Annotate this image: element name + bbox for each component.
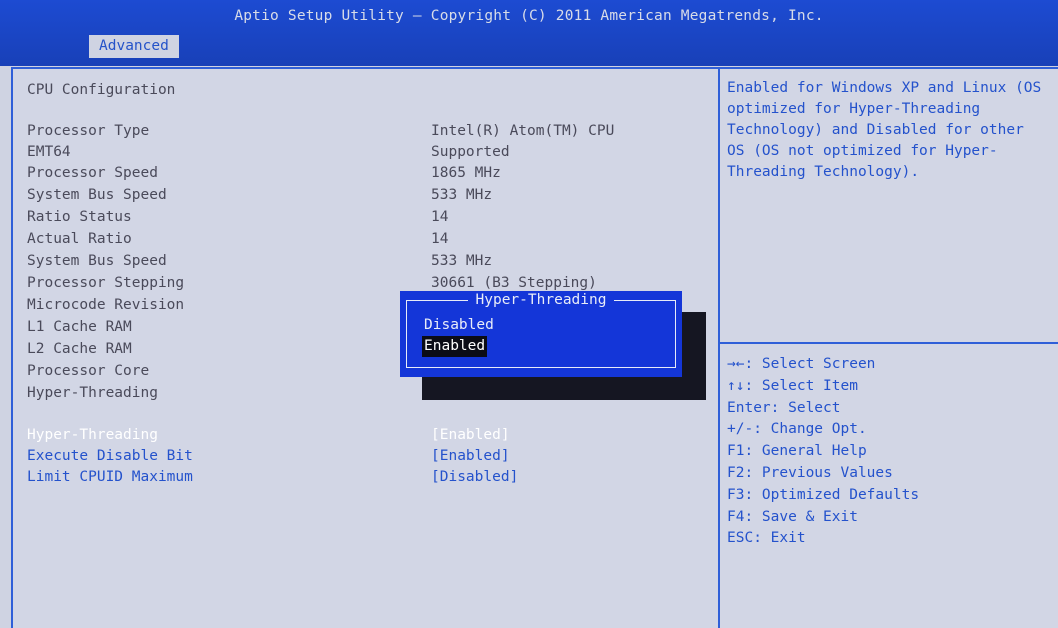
info-value-processor-speed: 1865 MHz — [431, 165, 501, 181]
key-f1: F1: General Help — [727, 443, 867, 460]
help-text: Enabled for Windows XP and Linux (OS opt… — [727, 80, 1042, 180]
info-label-ratio-status: Ratio Status — [27, 209, 132, 225]
popup-title: Hyper-Threading — [400, 292, 682, 308]
header-bar: Aptio Setup Utility – Copyright (C) 2011… — [0, 0, 1058, 66]
app-title: Aptio Setup Utility – Copyright (C) 2011… — [234, 8, 824, 24]
option-execute-disable-bit-value[interactable]: [Enabled] — [431, 446, 510, 467]
info-value-system-bus-speed-2: 533 MHz — [431, 253, 493, 269]
info-label-actual-ratio: Actual Ratio — [27, 231, 132, 247]
info-label-l1-cache: L1 Cache RAM — [27, 319, 132, 335]
info-value-ratio-status: 14 — [431, 209, 449, 225]
info-value-processor-type: Intel(R) Atom(TM) CPU — [431, 123, 615, 139]
info-label-processor-stepping: Processor Stepping — [27, 275, 185, 291]
info-label-system-bus-speed-2: System Bus Speed — [27, 253, 167, 269]
key-esc: ESC: Exit — [727, 530, 806, 547]
key-select-item: ↑↓: Select Item — [727, 377, 858, 394]
info-value-system-bus-speed: 533 MHz — [431, 187, 493, 203]
section-heading: CPU Configuration — [27, 82, 176, 98]
popup-title-text: Hyper-Threading — [467, 292, 615, 308]
info-label-microcode-revision: Microcode Revision — [27, 297, 185, 313]
key-f2: F2: Previous Values — [727, 464, 893, 481]
option-limit-cpuid-maximum[interactable]: Limit CPUID Maximum — [27, 467, 193, 488]
key-f3: F3: Optimized Defaults — [727, 486, 920, 503]
popup-option-disabled[interactable]: Disabled — [422, 315, 496, 336]
vertical-divider — [718, 67, 720, 628]
info-label-emt64: EMT64 — [27, 144, 71, 160]
option-hyper-threading-value[interactable]: [Enabled] — [431, 425, 510, 446]
key-select-screen: →←: Select Screen — [727, 356, 876, 372]
popup-option-enabled[interactable]: Enabled — [422, 336, 488, 357]
info-label-processor-type: Processor Type — [27, 123, 150, 139]
option-hyper-threading[interactable]: Hyper-Threading — [27, 425, 158, 446]
info-value-emt64: Supported — [431, 144, 510, 160]
tab-advanced[interactable]: Advanced — [89, 35, 179, 58]
key-enter: Enter: Select — [727, 399, 841, 416]
info-label-system-bus-speed: System Bus Speed — [27, 187, 167, 203]
hyper-threading-popup: Hyper-Threading Disabled Enabled — [400, 291, 682, 377]
key-legend: →←: Select Screen ↑↓: Select Item Enter:… — [727, 354, 919, 550]
info-label-processor-core: Processor Core — [27, 363, 150, 379]
option-limit-cpuid-maximum-value[interactable]: [Disabled] — [431, 467, 518, 488]
info-label-processor-speed: Processor Speed — [27, 165, 158, 181]
key-change-opt: +/-: Change Opt. — [727, 421, 867, 438]
option-execute-disable-bit[interactable]: Execute Disable Bit — [27, 446, 193, 467]
help-divider — [720, 342, 1058, 344]
info-label-hyper-threading: Hyper-Threading — [27, 385, 158, 401]
info-value-actual-ratio: 14 — [431, 231, 449, 247]
key-f4: F4: Save & Exit — [727, 508, 858, 525]
info-label-l2-cache: L2 Cache RAM — [27, 341, 132, 357]
